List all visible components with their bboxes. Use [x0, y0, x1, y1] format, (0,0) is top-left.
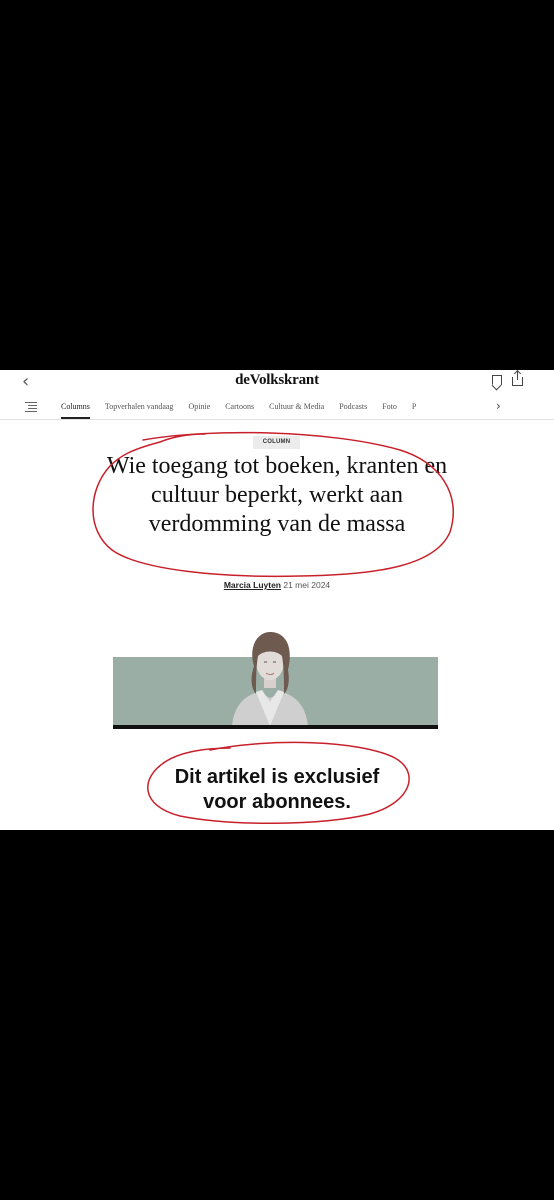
tab-truncated[interactable]: P	[412, 402, 416, 417]
photo-bottom-rule	[113, 725, 438, 729]
bookmark-icon[interactable]	[492, 375, 502, 385]
article-headline: Wie toegang tot boeken, kranten en cultu…	[106, 453, 448, 537]
site-logo[interactable]: deVolkskrant	[0, 372, 554, 389]
tab-cultuur-media[interactable]: Cultuur & Media	[269, 402, 324, 417]
tab-cartoons[interactable]: Cartoons	[225, 402, 254, 417]
share-icon[interactable]	[512, 371, 523, 386]
section-tabs: Columns Topverhalen vandaag Opinie Cartoons…	[61, 402, 431, 420]
paywall-message: Dit artikel is exclusief voor abonnees.	[0, 765, 554, 815]
paywall-line-1: Dit artikel is exclusief	[174, 766, 380, 788]
section-nav: Columns Topverhalen vandaag Opinie Cartoons…	[0, 398, 554, 420]
tab-podcasts[interactable]: Podcasts	[339, 402, 367, 417]
tab-foto[interactable]: Foto	[382, 402, 397, 417]
paywall-line-2: voor abonnees.	[203, 791, 351, 813]
tab-columns[interactable]: Columns	[61, 402, 90, 419]
nav-divider	[0, 419, 554, 420]
author-link[interactable]: Marcia Luyten	[224, 580, 281, 590]
top-bar: ‹ deVolkskrant	[0, 370, 554, 396]
byline: Marcia Luyten 21 mei 2024	[0, 580, 554, 590]
publish-date: 21 mei 2024	[283, 580, 331, 590]
author-portrait	[232, 632, 308, 726]
tab-opinie[interactable]: Opinie	[188, 402, 210, 417]
chevron-right-icon[interactable]: ›	[496, 399, 501, 413]
column-badge: COLUMN	[253, 436, 300, 449]
screenshot-page: ‹ deVolkskrant Columns Topverhalen vandaa…	[0, 370, 554, 830]
menu-icon[interactable]	[25, 402, 37, 413]
tab-topverhalen[interactable]: Topverhalen vandaag	[105, 402, 174, 417]
